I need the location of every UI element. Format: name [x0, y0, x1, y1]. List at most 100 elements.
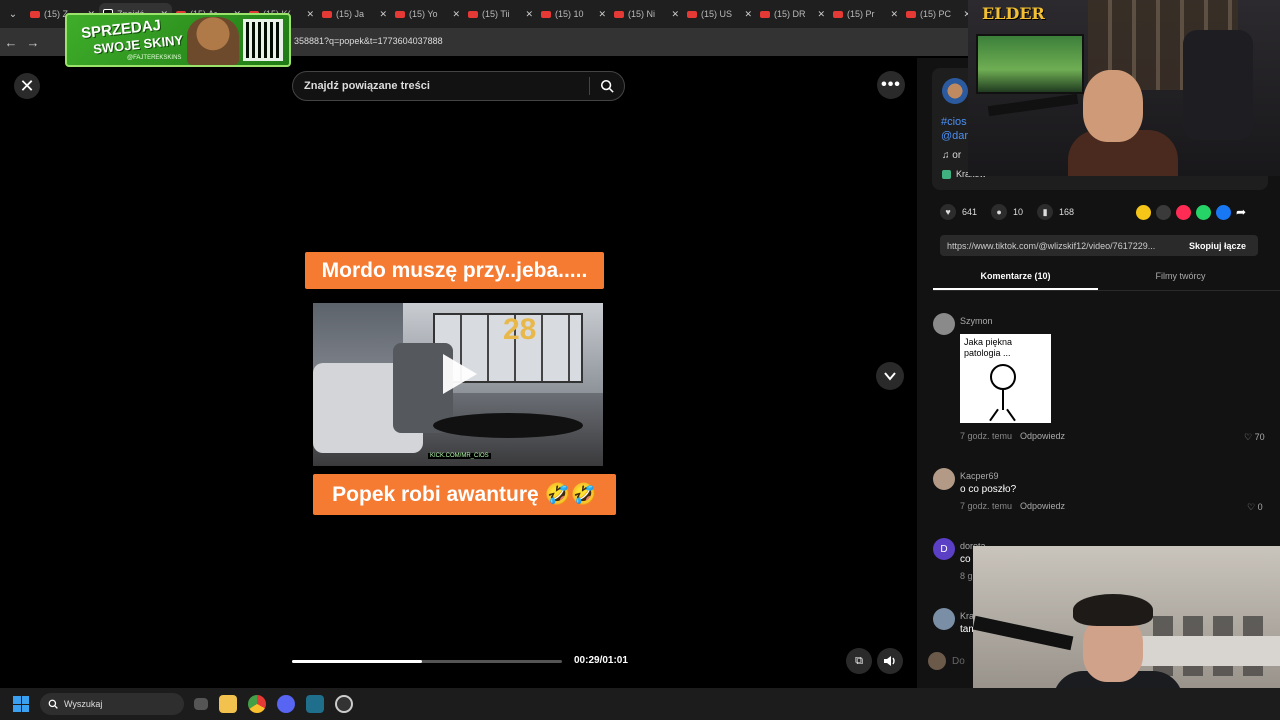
tab-close-icon[interactable]: ✕: [671, 9, 679, 20]
browser-tab[interactable]: (15) Pr ✕: [829, 3, 902, 25]
share-arrow-icon[interactable]: ➦: [1236, 205, 1251, 220]
play-icon[interactable]: [443, 354, 477, 394]
youtube-icon: [614, 10, 624, 18]
own-avatar: [928, 652, 946, 670]
share-option-icon[interactable]: [1156, 205, 1171, 220]
like-button[interactable]: ♥ 641: [940, 204, 977, 220]
picture-in-picture-icon: ⧉: [855, 654, 863, 667]
discord-icon[interactable]: [277, 695, 295, 713]
file-explorer-icon[interactable]: [219, 695, 237, 713]
search-icon[interactable]: [590, 71, 624, 101]
url-text[interactable]: 358881?q=popek&t=1773604037888: [294, 36, 443, 46]
browser-tab[interactable]: (15) Tii ✕: [464, 3, 537, 25]
aquarium-shape: [976, 34, 1084, 94]
search-input[interactable]: Znajdź powiązane treści: [293, 80, 589, 92]
browser-tab[interactable]: (15) 10 ✕: [537, 3, 610, 25]
back-icon[interactable]: ←: [0, 35, 22, 50]
tab-close-icon[interactable]: ✕: [817, 9, 825, 20]
volume-button[interactable]: [877, 648, 903, 674]
comment-avatar[interactable]: [933, 608, 955, 630]
share-option-icon[interactable]: [1176, 205, 1191, 220]
save-count: 168: [1059, 207, 1075, 217]
tab-close-icon[interactable]: ✕: [306, 9, 314, 20]
comment-time: 7 godz. temu: [960, 501, 1013, 511]
location-pin-icon: [942, 169, 951, 179]
share-link-text[interactable]: https://www.tiktok.com/@wlizskif12/video…: [940, 241, 1177, 251]
tab-close-icon[interactable]: ✕: [525, 9, 533, 20]
youtube-icon: [687, 10, 697, 18]
mention-link[interactable]: @dar: [941, 130, 968, 142]
copy-link-button[interactable]: Skopiuj łącze: [1177, 241, 1258, 251]
tab-label: (15) Ja: [336, 9, 365, 19]
comment-like-button[interactable]: ♡ 70: [1244, 432, 1265, 443]
browser-tab[interactable]: (15) DR ✕: [756, 3, 829, 25]
next-video-button[interactable]: [876, 362, 904, 390]
share-option-icon[interactable]: [1136, 205, 1151, 220]
streamer-logo: ELDER: [982, 4, 1045, 23]
more-options-button[interactable]: •••: [877, 71, 905, 99]
tab-label: (15) PC: [920, 9, 952, 19]
comment-like-count: 70: [1254, 432, 1265, 442]
sponsor-handle: @FAJTEREKSKINS: [127, 55, 182, 61]
comment-button[interactable]: ● 10: [991, 204, 1023, 220]
task-view-icon[interactable]: [194, 698, 208, 710]
comment-avatar[interactable]: [933, 313, 955, 335]
screen: ⌄ (15) Z✕Znajdź✕(15) Ar✕(15) K(✕(15) Ja✕…: [0, 0, 1280, 720]
speaker-icon: [884, 656, 895, 666]
save-button[interactable]: ▮ 168: [1037, 204, 1074, 220]
browser-tab[interactable]: (15) Ja ✕: [318, 3, 391, 25]
taskbar-search[interactable]: Wyszukaj: [40, 693, 184, 715]
taskbar-search-label: Wyszukaj: [64, 699, 103, 709]
heart-icon: ♥: [940, 204, 956, 220]
share-option-icon[interactable]: [1216, 205, 1231, 220]
comment-author[interactable]: Kra: [960, 611, 974, 621]
bookmark-icon: ▮: [1037, 204, 1054, 220]
tab-close-icon[interactable]: ✕: [452, 9, 460, 20]
browser-tab[interactable]: (15) US ✕: [683, 3, 756, 25]
comment-author[interactable]: Kacper69: [960, 471, 999, 481]
tab-close-icon[interactable]: ✕: [379, 9, 387, 20]
music-info[interactable]: ♫ or: [942, 150, 961, 161]
reply-button[interactable]: Odpowiedz: [1020, 501, 1065, 511]
music-label: or: [952, 150, 962, 161]
settings-icon[interactable]: [335, 695, 353, 713]
comment-time: 8 g: [960, 571, 973, 581]
hashtag-link[interactable]: #cios: [941, 116, 967, 128]
browser-tab[interactable]: (15) PC✕: [902, 3, 975, 25]
windows-start-icon[interactable]: [13, 696, 29, 712]
sticker-face: [990, 364, 1016, 390]
gaming-chair-shape: [1183, 30, 1253, 140]
birthday-balloon: 28: [503, 313, 537, 346]
close-button[interactable]: ✕: [14, 73, 40, 99]
reply-button[interactable]: Odpowiedz: [1020, 431, 1065, 441]
tab-comments[interactable]: Komentarze (10): [933, 265, 1098, 290]
share-option-icon[interactable]: [1196, 205, 1211, 220]
comment-author[interactable]: Szymon: [960, 316, 993, 326]
forward-icon[interactable]: →: [22, 35, 44, 50]
app-icon[interactable]: [306, 695, 324, 713]
caption-bottom: Popek robi awanturę 🤣🤣: [313, 474, 616, 515]
tab-close-icon[interactable]: ✕: [890, 9, 898, 20]
browser-tab[interactable]: (15) Ni ✕: [610, 3, 683, 25]
creator-avatar[interactable]: [942, 78, 968, 104]
related-search-bar[interactable]: Znajdź powiązane treści: [292, 71, 625, 101]
tab-close-icon[interactable]: ✕: [744, 9, 752, 20]
youtube-icon: [541, 10, 551, 18]
progress-bar[interactable]: [292, 660, 562, 663]
tab-close-icon[interactable]: ✕: [598, 9, 606, 20]
comment-input[interactable]: Do: [928, 650, 968, 672]
tab-creator-videos[interactable]: Filmy twórcy: [1098, 265, 1263, 290]
comment-avatar[interactable]: [933, 468, 955, 490]
sticker-leg-left: [989, 408, 999, 422]
pip-button[interactable]: ⧉: [846, 648, 872, 674]
youtube-icon: [833, 10, 843, 18]
comment-avatar[interactable]: D: [933, 538, 955, 560]
comment-like-button[interactable]: ♡ 0: [1247, 502, 1263, 513]
dog-mascot-image: [187, 17, 239, 65]
close-icon: ✕: [19, 75, 35, 96]
background-table: [1133, 636, 1280, 666]
tab-search-chevron-icon[interactable]: ⌄: [0, 0, 26, 28]
browser-tab[interactable]: (15) Yo ✕: [391, 3, 464, 25]
chrome-icon[interactable]: [248, 695, 266, 713]
microphone-arm: [987, 93, 1079, 117]
